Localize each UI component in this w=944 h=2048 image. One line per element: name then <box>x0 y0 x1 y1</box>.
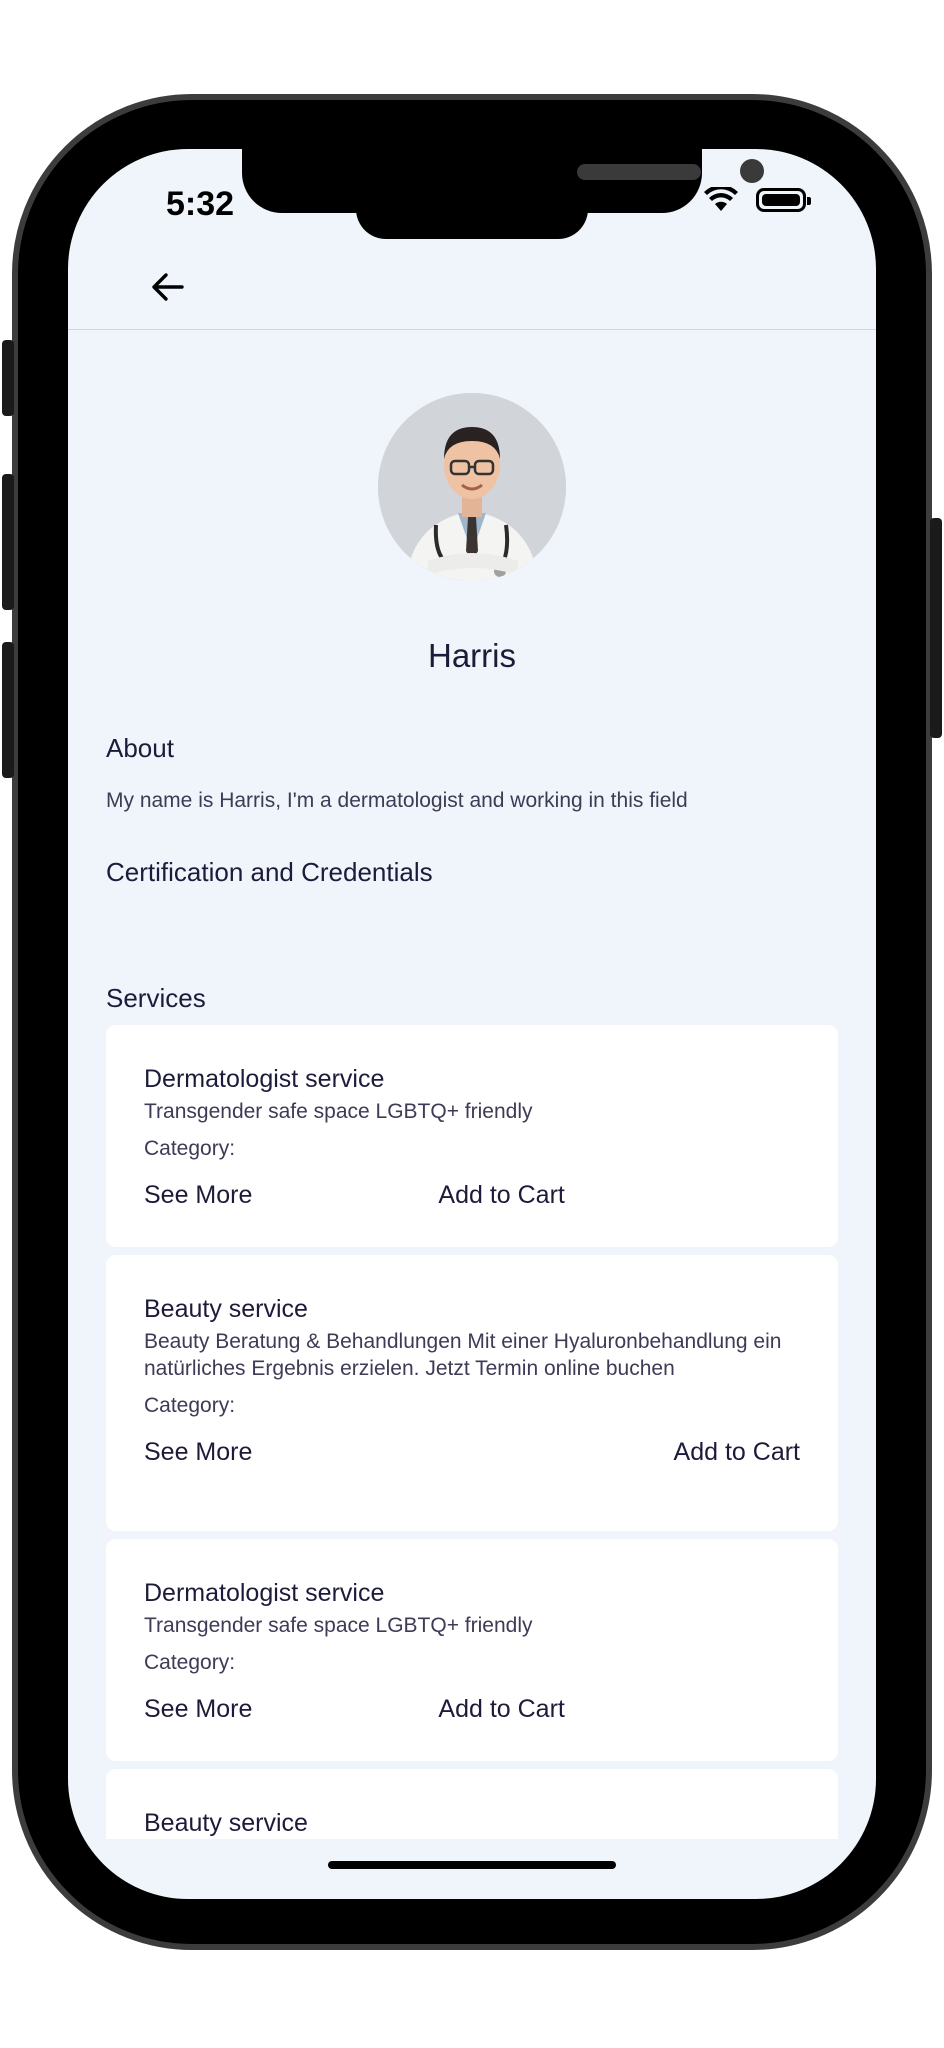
services-heading: Services <box>106 983 206 1013</box>
service-card: Beauty service Beauty Beratung & Behandl… <box>106 1255 838 1531</box>
add-to-cart-button[interactable]: Add to Cart <box>674 1438 800 1467</box>
content-area: 5:32 Harris About My name is Harris, I'm… <box>68 149 876 1839</box>
wifi-icon <box>704 187 738 211</box>
add-to-cart-button[interactable]: Add to Cart <box>438 1695 564 1724</box>
service-title: Beauty service <box>144 1295 308 1323</box>
arrow-left-icon <box>152 273 184 301</box>
service-title: Beauty service <box>144 1809 308 1837</box>
notch-lower <box>356 205 588 239</box>
speaker-grille <box>577 164 701 180</box>
service-description: Transgender safe space LGBTQ+ friendly <box>144 1614 533 1637</box>
service-category: Category: <box>144 1137 236 1160</box>
service-card: Beauty service <box>106 1769 838 1839</box>
service-card: Dermatologist service Transgender safe s… <box>106 1539 838 1761</box>
service-description: Beauty Beratung & Behandlungen Mit einer… <box>144 1330 782 1380</box>
notch <box>242 149 764 213</box>
doctor-avatar-image <box>378 393 566 581</box>
top-bar <box>68 259 876 330</box>
certification-heading: Certification and Credentials <box>106 857 433 887</box>
service-actions: See More Add to Cart <box>144 1181 800 1210</box>
services-list: Dermatologist service Transgender safe s… <box>106 1025 838 1839</box>
service-category: Category: <box>144 1394 236 1417</box>
service-description: Transgender safe space LGBTQ+ friendly <box>144 1100 533 1123</box>
service-title: Dermatologist service <box>144 1579 385 1607</box>
back-button[interactable] <box>146 265 190 309</box>
service-card: Dermatologist service Transgender safe s… <box>106 1025 838 1247</box>
service-title: Dermatologist service <box>144 1065 385 1093</box>
power-button <box>930 518 942 738</box>
volume-up-button <box>2 474 14 610</box>
service-actions: See More Add to Cart <box>144 1695 800 1724</box>
see-more-button[interactable]: See More <box>144 1438 252 1467</box>
about-heading: About <box>106 733 174 763</box>
see-more-button[interactable]: See More <box>144 1181 252 1210</box>
screen: 5:32 Harris About My name is Harris, I'm… <box>68 149 876 1899</box>
about-text: My name is Harris, I'm a dermatologist a… <box>106 789 688 812</box>
status-time: 5:32 <box>166 185 235 223</box>
profile-name: Harris <box>428 637 516 674</box>
avatar <box>378 393 566 581</box>
add-to-cart-button[interactable]: Add to Cart <box>438 1181 564 1210</box>
see-more-button[interactable]: See More <box>144 1695 252 1724</box>
battery-icon <box>756 188 811 212</box>
status-icons <box>704 187 811 213</box>
home-indicator[interactable] <box>328 1861 616 1869</box>
front-camera <box>740 159 764 183</box>
service-actions: See More Add to Cart <box>144 1438 800 1467</box>
service-category: Category: <box>144 1651 236 1674</box>
silent-switch <box>2 340 14 416</box>
volume-down-button <box>2 642 14 778</box>
